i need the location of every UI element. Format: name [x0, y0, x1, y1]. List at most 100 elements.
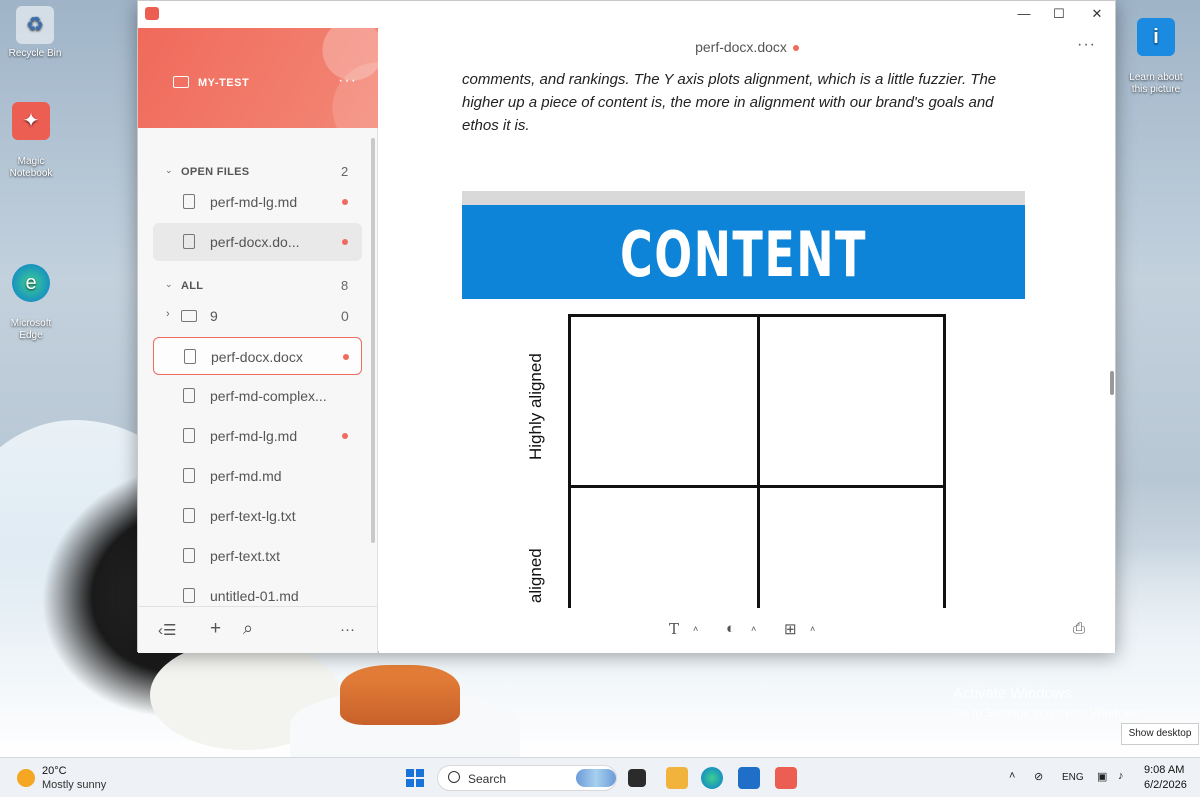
file-name: untitled-01.md	[210, 588, 299, 604]
file-icon	[183, 428, 195, 443]
notebook-icon: ✦	[12, 102, 50, 140]
file-item[interactable]: untitled-01.md	[153, 577, 362, 605]
search-placeholder: Search	[468, 772, 507, 786]
format-toolbar: T ˄ ◐ ˄ ⊞ ˄ ⎙	[379, 606, 1115, 653]
document-more-button[interactable]: ···	[1077, 36, 1096, 54]
grid-horizontal-line	[571, 485, 943, 488]
file-item[interactable]: perf-md-lg.md	[153, 417, 362, 455]
minimize-button[interactable]: —	[1009, 4, 1039, 24]
matrix-grid	[568, 314, 946, 608]
palette-button[interactable]: ◐	[726, 620, 735, 637]
section-count: 8	[341, 278, 349, 293]
desktop-icon-magic-notebook[interactable]: ✦ Magic Notebook	[0, 90, 66, 192]
folder-icon	[181, 310, 197, 322]
document-figure[interactable]: CONTENT MATRIX Highly aligned Poorly ali…	[462, 176, 1025, 608]
taskbar: 20°C Mostly sunny Search ˄ ⊘ ENG ▣ ♪ 9:0…	[0, 757, 1200, 797]
unsaved-dot	[792, 45, 799, 52]
chevron-right-icon: ›	[166, 308, 170, 320]
file-item[interactable]: perf-md-complex...	[153, 377, 362, 415]
folder-icon	[173, 76, 189, 88]
section-all[interactable]: ⌄ ALL 8	[138, 276, 378, 296]
magic-notebook-taskbar-icon[interactable]	[775, 767, 797, 789]
desktop-icon-edge[interactable]: e Microsoft Edge	[0, 252, 66, 354]
clock-time[interactable]: 9:08 AM	[1144, 764, 1184, 776]
edge-taskbar-icon[interactable]	[701, 767, 723, 789]
unsaved-dot	[343, 354, 349, 360]
activate-windows-subtitle: Go to Settings to activate Windows.	[953, 706, 1143, 720]
file-item[interactable]: perf-md.md	[153, 457, 362, 495]
activate-windows-title: Activate Windows	[953, 685, 1072, 702]
weather-temperature[interactable]: 20°C	[42, 765, 67, 777]
desktop-icon-learn-picture[interactable]: i Learn about this picture	[1121, 6, 1191, 108]
file-name: perf-md.md	[210, 468, 282, 484]
volume-icon[interactable]: ♪	[1118, 770, 1124, 782]
unsaved-dot	[342, 433, 348, 439]
sidebar-more-button[interactable]: ···	[340, 621, 355, 638]
desktop-icon-recycle-bin[interactable]: ♻ Recycle Bin	[0, 6, 70, 60]
sidebar: MY-TEST ··· ⌄ OPEN FILES 2 perf-md-lg.md…	[138, 28, 378, 653]
caret-up-icon[interactable]: ˄	[693, 624, 698, 634]
section-open-files[interactable]: ⌄ OPEN FILES 2	[138, 162, 378, 182]
figure-top-strip	[462, 191, 1025, 205]
taskbar-search[interactable]: Search	[437, 765, 617, 791]
sidebar-header: MY-TEST ···	[138, 28, 378, 128]
unsaved-dot	[342, 199, 348, 205]
file-explorer-icon[interactable]	[666, 767, 688, 789]
edge-icon: e	[12, 264, 50, 302]
caret-up-icon[interactable]: ˄	[751, 624, 756, 634]
show-desktop-tooltip: Show desktop	[1121, 723, 1199, 745]
text-format-button[interactable]: T	[669, 620, 679, 638]
sidebar-scrollbar[interactable]	[371, 138, 375, 543]
file-icon	[184, 349, 196, 364]
document-title: perf-docx.docx	[695, 39, 787, 55]
language-indicator[interactable]: ENG	[1062, 772, 1084, 783]
y-label-top: Highly aligned	[526, 353, 545, 460]
app-logo-icon	[145, 7, 159, 20]
app-window: — ☐ ✕ MY-TEST ··· ⌄ OPEN FILES 2 perf-md…	[137, 0, 1116, 653]
chevron-down-icon: ⌄	[165, 165, 173, 175]
file-name: perf-docx.docx	[211, 349, 303, 365]
file-item-active[interactable]: perf-docx.docx	[153, 337, 362, 375]
clock-date[interactable]: 6/2/2026	[1144, 779, 1187, 791]
task-view-icon[interactable]	[628, 769, 646, 787]
collapse-sidebar-button[interactable]: ‹☰	[158, 621, 176, 639]
close-button[interactable]: ✕	[1082, 4, 1112, 24]
workspace-name[interactable]: MY-TEST	[198, 77, 249, 89]
folder-name: 9	[210, 308, 218, 324]
search-icon	[448, 771, 460, 783]
maximize-button[interactable]: ☐	[1044, 4, 1074, 24]
weather-sun-icon[interactable]	[17, 769, 35, 787]
store-icon[interactable]	[738, 767, 760, 789]
file-item[interactable]: perf-text.txt	[153, 537, 362, 575]
folder-count: 0	[341, 308, 349, 324]
workspace-more-button[interactable]: ···	[338, 72, 357, 90]
info-icon: i	[1137, 18, 1175, 56]
search-button[interactable]: ⌕	[243, 618, 253, 639]
document-paragraph[interactable]: comments, and rankings. The Y axis plots…	[462, 68, 1022, 137]
file-item[interactable]: perf-text-lg.txt	[153, 497, 362, 535]
weather-description[interactable]: Mostly sunny	[42, 779, 106, 791]
network-off-icon[interactable]: ⊘	[1034, 770, 1043, 783]
open-file-item[interactable]: perf-docx.do...	[153, 223, 362, 261]
insert-image-button[interactable]: ⊞	[784, 620, 797, 638]
add-file-button[interactable]: +	[210, 618, 221, 640]
chevron-down-icon: ⌄	[165, 279, 173, 289]
desktop-icon-label: Magic Notebook	[9, 156, 53, 179]
title-bar: — ☐ ✕	[138, 1, 1115, 28]
file-icon	[183, 388, 195, 403]
print-button[interactable]: ⎙	[1073, 620, 1085, 637]
editor-scrollbar[interactable]	[1110, 371, 1114, 395]
phone-link-icon[interactable]: ▣	[1097, 770, 1107, 783]
desktop-icon-label: Learn about this picture	[1129, 72, 1183, 95]
file-icon	[183, 194, 195, 209]
unsaved-dot	[342, 239, 348, 245]
caret-up-icon[interactable]: ˄	[810, 624, 815, 634]
tray-chevron-icon[interactable]: ˄	[1009, 770, 1015, 782]
start-button[interactable]	[406, 769, 424, 787]
open-file-item[interactable]: perf-md-lg.md	[153, 183, 362, 221]
file-name: perf-text-lg.txt	[210, 508, 296, 524]
search-highlight-icon	[576, 769, 616, 787]
folder-item[interactable]: › 9 0	[153, 297, 362, 335]
section-count: 2	[341, 164, 349, 179]
wallpaper-talon	[340, 665, 460, 725]
